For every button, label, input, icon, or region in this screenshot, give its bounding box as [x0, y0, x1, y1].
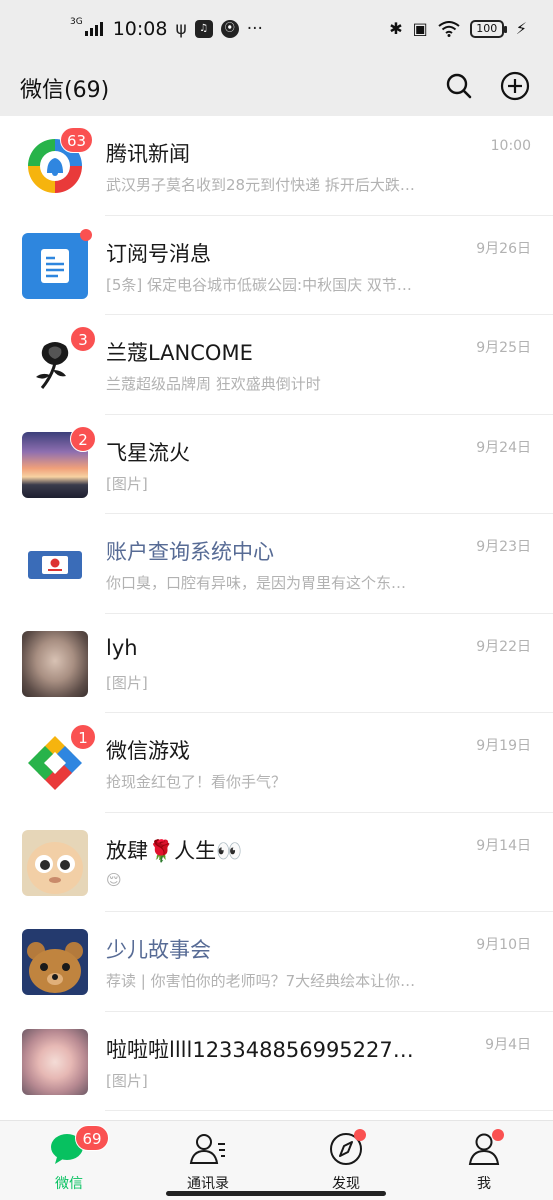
search-icon: [446, 73, 472, 99]
chat-name: 少儿故事会: [106, 938, 211, 962]
chat-item[interactable]: 放肆🌹人生👀 😌 9月14日: [0, 812, 553, 912]
nav-label: 发现: [332, 1176, 360, 1192]
title-bar: 微信(69): [0, 58, 553, 116]
tab-me[interactable]: 我: [434, 1129, 534, 1200]
battery-icon: 100: [469, 19, 507, 38]
chat-preview: [5条] 保定电谷城市低碳公园:中秋国庆 双节…: [106, 275, 412, 294]
chat-preview: [图片]: [106, 1071, 148, 1090]
chat-preview: [图片]: [106, 474, 148, 493]
status-right: ✱ ▣ 100 ⚡: [389, 19, 527, 38]
home-indicator: [166, 1191, 386, 1196]
chat-preview: 抢现金红包了！看你手气？: [106, 773, 287, 791]
teddy-bear-avatar: [22, 929, 88, 995]
bottom-nav: 69 微信 通讯录 发现 我: [0, 1120, 553, 1200]
tab-discover[interactable]: 发现: [296, 1129, 396, 1200]
chat-name: 腾讯新闻: [106, 142, 190, 166]
chat-time: 9月25日: [476, 340, 531, 356]
chat-preview: 兰蔻超级品牌周 狂欢盛典倒计时: [106, 375, 321, 393]
chat-time: 9月26日: [476, 240, 531, 257]
chat-item[interactable]: 啦啦啦llll123348856995227… [图片] 9月4日: [0, 1011, 553, 1111]
chat-name: 放肆🌹人生👀: [106, 838, 243, 863]
portrait-photo-avatar: [22, 630, 88, 697]
chat-item[interactable]: 订阅号消息 [5条] 保定电谷城市低碳公园:中秋国庆 双节… 9月26日: [0, 215, 553, 315]
nav-dot: [492, 1129, 504, 1141]
unread-badge: 63: [60, 127, 94, 153]
nav-unread-badge: 69: [75, 1125, 109, 1151]
search-button[interactable]: [441, 68, 477, 104]
chat-item[interactable]: 63 腾讯新闻 武汉男子莫名收到28元到付快递 拆开后大跌… 10:00: [0, 116, 553, 216]
plus-circle-icon: [500, 71, 530, 101]
chat-name: 账户查询系统中心: [106, 540, 274, 564]
chat-preview: 你口臭，口腔有异味，是因为胃里有这个东…: [106, 574, 407, 592]
chat-name: 啦啦啦llll123348856995227…: [106, 1037, 414, 1062]
chat-item[interactable]: 少儿故事会 荐读 | 你害怕你的老师吗？7大经典绘本让你… 9月10日: [0, 912, 553, 1012]
chat-time: 9月4日: [485, 1036, 531, 1053]
add-button[interactable]: [497, 68, 533, 104]
chat-time: 10:00: [490, 138, 531, 154]
chat-name: 兰蔻LANCOME: [106, 341, 253, 365]
chat-item[interactable]: 2 飞星流火 [图片] 9月24日: [0, 414, 553, 514]
chat-name: 订阅号消息: [106, 241, 211, 266]
network-type: 3G: [70, 17, 83, 27]
more-dots-icon: ···: [246, 19, 263, 39]
page-title: 微信(69): [20, 78, 110, 103]
nav-label: 微信: [55, 1176, 83, 1192]
unread-dot: [80, 228, 92, 241]
subscription-avatar: [22, 232, 88, 299]
chat-item[interactable]: 账户查询系统中心 你口臭，口腔有异味，是因为胃里有这个东… 9月23日: [0, 514, 553, 614]
chat-time: 9月10日: [476, 937, 531, 953]
status-left: 3G 10:08 ψ ♫ ⦿ ···: [70, 17, 263, 40]
chat-name: lyh: [106, 635, 138, 660]
chat-item[interactable]: lyh [图片] 9月22日: [0, 613, 553, 713]
compass-status-icon: ⦿: [220, 20, 239, 38]
charging-icon: ⚡: [515, 19, 527, 38]
chat-time: 9月14日: [476, 837, 531, 854]
chat-list: 63 腾讯新闻 武汉男子莫名收到28元到付快递 拆开后大跌… 10:00 订阅号…: [0, 116, 553, 1120]
chat-name: 飞星流火: [106, 440, 190, 465]
tab-contacts[interactable]: 通讯录: [158, 1131, 258, 1200]
status-time: 10:08: [112, 18, 168, 40]
signal-icon: [84, 22, 103, 36]
chat-time: 9月23日: [476, 539, 531, 555]
chat-item[interactable]: 1 微信游戏 抢现金红包了！看你手气？ 9月19日: [0, 713, 553, 813]
wifi-icon: [438, 20, 460, 37]
unread-badge: 1: [70, 724, 96, 750]
nav-label: 通讯录: [187, 1176, 229, 1192]
chat-preview: 武汉男子莫名收到28元到付快递 拆开后大跌…: [106, 176, 415, 194]
chat-preview: 😌: [106, 870, 122, 889]
bluetooth-icon: ✱: [389, 19, 403, 38]
chat-time: 9月24日: [476, 439, 531, 456]
chat-preview: 荐读 | 你害怕你的老师吗？7大经典绘本让你…: [106, 972, 416, 990]
chat-time: 9月22日: [476, 638, 531, 655]
contacts-icon: [189, 1134, 225, 1164]
tab-chats[interactable]: 69 微信: [19, 1125, 119, 1200]
girl-photo-avatar: [22, 1028, 88, 1095]
music-icon: ♫: [194, 20, 213, 38]
status-bar: 3G 10:08 ψ ♫ ⦿ ··· ✱ ▣ 100 ⚡: [0, 0, 553, 58]
chat-time: 9月19日: [476, 738, 531, 754]
chat-item[interactable]: 3 兰蔻LANCOME 兰蔻超级品牌周 狂欢盛典倒计时 9月25日: [0, 315, 553, 415]
chat-name: 微信游戏: [106, 739, 190, 763]
unread-badge: 2: [70, 425, 96, 452]
chat-preview: [图片]: [106, 673, 148, 692]
cartoon-face-avatar: [22, 829, 88, 896]
unread-badge: 3: [70, 326, 96, 352]
nav-dot: [354, 1129, 366, 1141]
bank-card-avatar: [22, 531, 88, 597]
nav-label: 我: [477, 1176, 491, 1192]
vibrate-icon: ▣: [412, 19, 428, 38]
usb-icon: ψ: [175, 19, 187, 39]
